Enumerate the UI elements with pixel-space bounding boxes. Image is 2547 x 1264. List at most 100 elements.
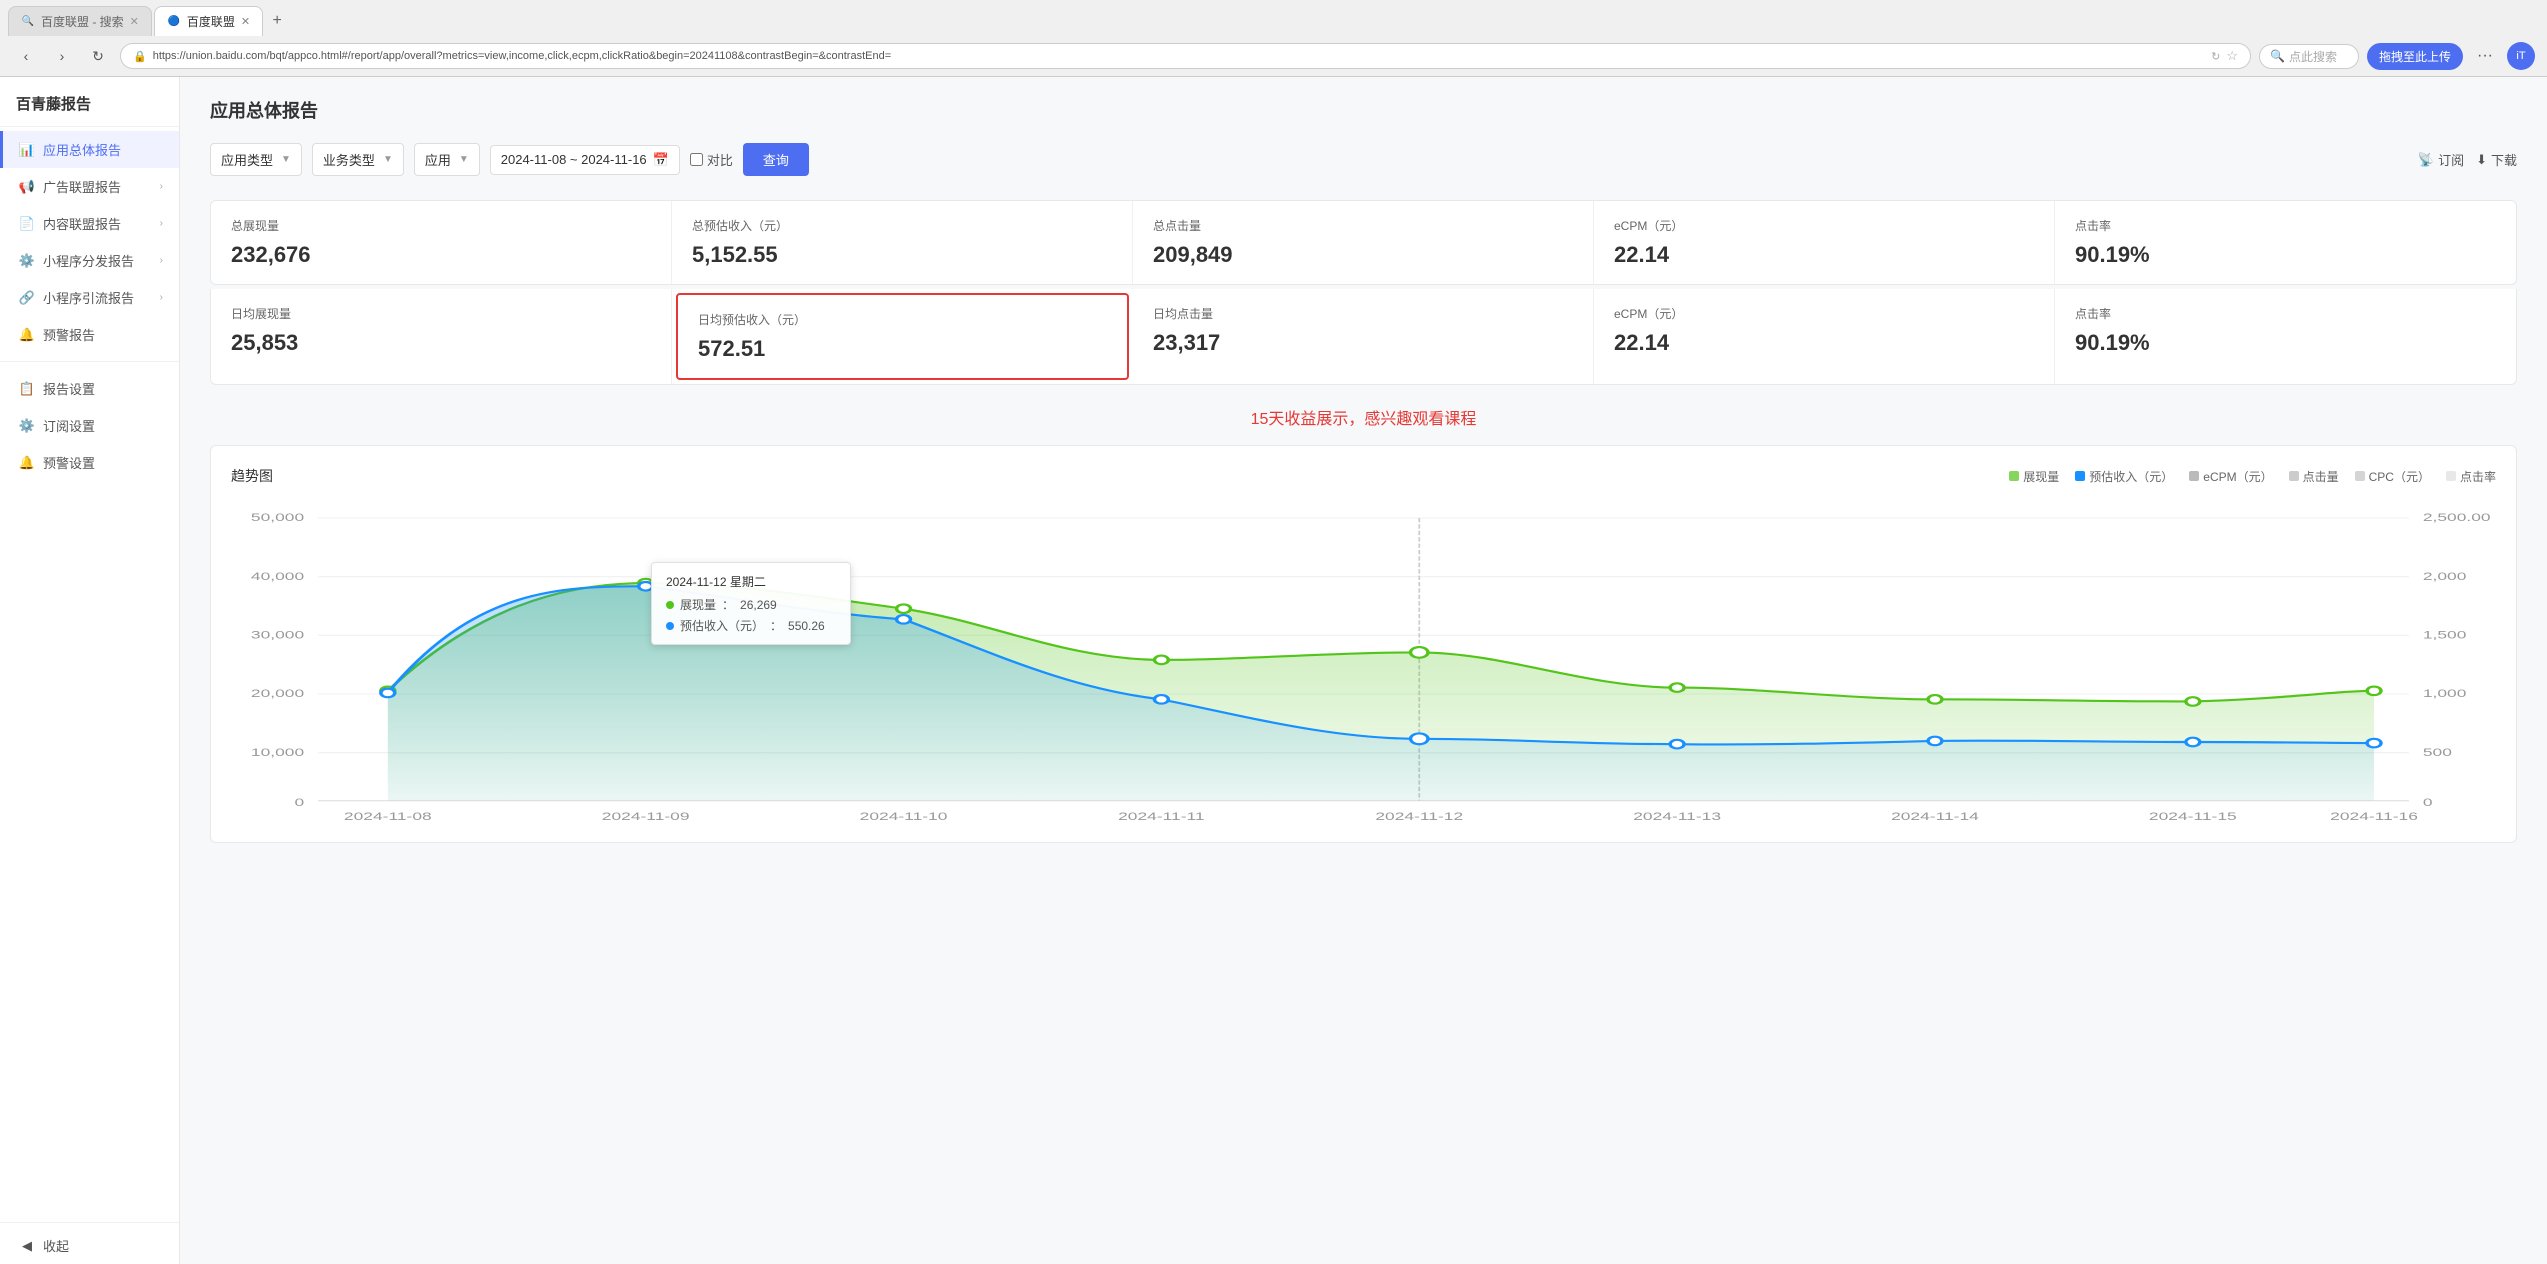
svg-text:10,000: 10,000 — [251, 747, 304, 759]
search-box[interactable]: 🔍 点此搜索 — [2259, 44, 2359, 69]
star-icon[interactable]: ☆ — [2226, 48, 2238, 64]
sidebar-label-report-settings: 报告设置 — [43, 379, 95, 398]
download-label: 下载 — [2491, 150, 2517, 169]
new-tab-button[interactable]: + — [265, 9, 289, 33]
svg-text:2024-11-08: 2024-11-08 — [344, 811, 432, 822]
svg-text:2024-11-11: 2024-11-11 — [1118, 811, 1205, 822]
svg-text:30,000: 30,000 — [251, 630, 304, 642]
legend-label-cpc: CPC（元） — [2369, 468, 2430, 485]
svg-text:1,000: 1,000 — [2423, 688, 2467, 700]
app-chevron: ▼ — [459, 154, 469, 165]
sidebar-collapse-label: 收起 — [43, 1236, 69, 1255]
svg-text:20,000: 20,000 — [251, 688, 304, 700]
sidebar-collapse[interactable]: ◀ 收起 — [0, 1227, 179, 1264]
sidebar-item-subscribe-settings[interactable]: ⚙️ 订阅设置 — [0, 407, 179, 444]
tab-close-search[interactable]: ✕ — [130, 15, 139, 28]
app-type-select[interactable]: 应用类型 ▼ — [210, 143, 302, 176]
toolbar-right: 🔍 点此搜索 拖拽至此上传 ··· iT — [2259, 42, 2535, 70]
sidebar-item-miniapp-dist[interactable]: ⚙️ 小程序分发报告 › — [0, 242, 179, 279]
sidebar-label-alert-report: 预警报告 — [43, 325, 95, 344]
forward-button[interactable]: › — [48, 42, 76, 70]
svg-text:2024-11-12: 2024-11-12 — [1375, 811, 1463, 822]
compare-check-input[interactable] — [690, 153, 703, 166]
user-avatar[interactable]: iT — [2507, 42, 2535, 70]
stat-revenue-total-label: 总预估收入（元） — [692, 217, 1112, 234]
sidebar: 百青藤报告 📊 应用总体报告 📢 广告联盟报告 › 📄 内容联盟报告 › ⚙️ … — [0, 77, 180, 1264]
sidebar-settings-section: 📋 报告设置 ⚙️ 订阅设置 🔔 预警设置 — [0, 366, 179, 485]
download-button[interactable]: ⬇ 下载 — [2476, 150, 2517, 169]
main-content: 应用总体报告 应用类型 ▼ 业务类型 ▼ 应用 ▼ 2024-11-08 ~ 2… — [180, 77, 2547, 1264]
legend-label-impressions: 展现量 — [2023, 468, 2059, 485]
stat-impressions-daily: 日均展现量 25,853 — [211, 289, 672, 384]
sidebar-item-alert-report[interactable]: 🔔 预警报告 — [0, 316, 179, 353]
url-box[interactable]: 🔒 https://union.baidu.com/bqt/appco.html… — [120, 43, 2251, 69]
arrow-miniapp-dist: › — [160, 255, 163, 266]
svg-text:500: 500 — [2423, 747, 2452, 759]
lock-icon: 🔒 — [133, 50, 147, 63]
upload-button[interactable]: 拖拽至此上传 — [2367, 43, 2463, 70]
sidebar-divider — [0, 361, 179, 362]
arrow-miniapp-traffic: › — [160, 292, 163, 303]
svg-text:0: 0 — [294, 797, 304, 809]
reload-button[interactable]: ↻ — [84, 42, 112, 70]
stat-clicks-daily-label: 日均点击量 — [1153, 305, 1573, 322]
tab-close-union[interactable]: ✕ — [241, 15, 250, 28]
date-picker[interactable]: 2024-11-08 ~ 2024-11-16 📅 — [490, 145, 680, 175]
sidebar-item-content-alliance[interactable]: 📄 内容联盟报告 › — [0, 205, 179, 242]
query-button[interactable]: 查询 — [743, 143, 809, 176]
alert-settings-icon: 🔔 — [19, 455, 35, 471]
sidebar-label-miniapp-traffic: 小程序引流报告 — [43, 288, 134, 307]
legend-clicks: 点击量 — [2289, 468, 2339, 485]
stats-row-1: 总展现量 232,676 总预估收入（元） 5,152.55 总点击量 209,… — [210, 200, 2517, 285]
tab-label-union: 百度联盟 — [187, 13, 235, 30]
search-icon: 🔍 — [2270, 49, 2285, 63]
sidebar-item-alert-settings[interactable]: 🔔 预警设置 — [0, 444, 179, 481]
legend-dot-cpc — [2355, 471, 2365, 481]
sidebar-item-ad-alliance[interactable]: 📢 广告联盟报告 › — [0, 168, 179, 205]
legend-ecpm: eCPM（元） — [2189, 468, 2272, 485]
svg-text:2024-11-14: 2024-11-14 — [1891, 811, 1979, 822]
stat-ctr-total-value: 90.19% — [2075, 242, 2496, 268]
tab-search[interactable]: 🔍 百度联盟 - 搜索 ✕ — [8, 6, 152, 36]
svg-text:2,000: 2,000 — [2423, 571, 2467, 583]
subscribe-button[interactable]: 📡 订阅 — [2418, 150, 2464, 169]
filter-row: 应用类型 ▼ 业务类型 ▼ 应用 ▼ 2024-11-08 ~ 2024-11-… — [210, 143, 2517, 176]
compare-checkbox[interactable]: 对比 — [690, 150, 733, 169]
sidebar-item-app-overall[interactable]: 📊 应用总体报告 — [0, 131, 179, 168]
stat-ctr-total: 点击率 90.19% — [2055, 201, 2516, 284]
stat-revenue-total-value: 5,152.55 — [692, 242, 1112, 268]
biz-type-select[interactable]: 业务类型 ▼ — [312, 143, 404, 176]
stat-ecpm-total-label: eCPM（元） — [1614, 217, 2034, 234]
subscribe-settings-icon: ⚙️ — [19, 418, 35, 434]
stat-impressions-total-value: 232,676 — [231, 242, 651, 268]
svg-text:0: 0 — [2423, 797, 2433, 809]
svg-text:2,500.00: 2,500.00 — [2423, 512, 2491, 524]
app-type-label: 应用类型 — [221, 150, 273, 169]
stat-impressions-daily-label: 日均展现量 — [231, 305, 651, 322]
stats-row-2: 日均展现量 25,853 日均预估收入（元） 572.51 日均点击量 23,3… — [210, 289, 2517, 385]
legend-label-revenue: 预估收入（元） — [2089, 468, 2173, 485]
stat-ecpm-daily: eCPM（元） 22.14 — [1594, 289, 2055, 384]
app-select[interactable]: 应用 ▼ — [414, 143, 480, 176]
url-text: https://union.baidu.com/bqt/appco.html#/… — [153, 50, 2205, 62]
legend-cpc: CPC（元） — [2355, 468, 2430, 485]
stat-clicks-total: 总点击量 209,849 — [1133, 201, 1594, 284]
ad-alliance-icon: 📢 — [19, 179, 35, 195]
sidebar-item-report-settings[interactable]: 📋 报告设置 — [0, 370, 179, 407]
sidebar-label-alert-settings: 预警设置 — [43, 453, 95, 472]
sidebar-item-miniapp-traffic[interactable]: 🔗 小程序引流报告 › — [0, 279, 179, 316]
more-button[interactable]: ··· — [2471, 45, 2499, 67]
stat-ctr-daily-label: 点击率 — [2075, 305, 2496, 322]
stat-revenue-daily: 日均预估收入（元） 572.51 — [676, 293, 1129, 380]
stat-ctr-daily-value: 90.19% — [2075, 330, 2496, 356]
stat-ctr-daily: 点击率 90.19% — [2055, 289, 2516, 384]
back-button[interactable]: ‹ — [12, 42, 40, 70]
stat-revenue-total: 总预估收入（元） 5,152.55 — [672, 201, 1133, 284]
address-bar: ‹ › ↻ 🔒 https://union.baidu.com/bqt/appc… — [0, 36, 2547, 76]
sidebar-label-app-overall: 应用总体报告 — [43, 140, 121, 159]
tab-union[interactable]: 🔵 百度联盟 ✕ — [154, 6, 263, 36]
tab-favicon-union: 🔵 — [167, 15, 181, 29]
svg-text:2024-11-09: 2024-11-09 — [602, 811, 690, 822]
stat-ecpm-daily-value: 22.14 — [1614, 330, 2034, 356]
sidebar-label-miniapp-dist: 小程序分发报告 — [43, 251, 134, 270]
